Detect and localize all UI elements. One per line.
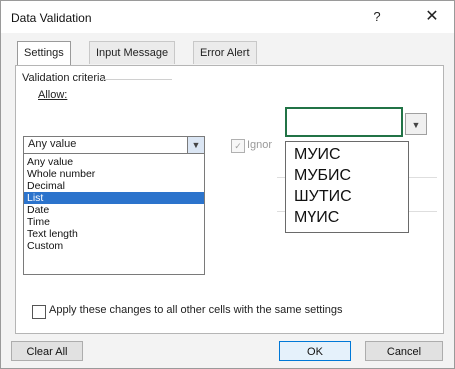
allow-listbox[interactable]: Any value Whole number Decimal List Date… <box>23 153 205 275</box>
list-option-text-length[interactable]: Text length <box>24 228 204 240</box>
ignore-blank-checkbox[interactable]: ✓ <box>231 139 245 153</box>
title-bar: Data Validation ? ✕ <box>1 1 454 33</box>
cancel-button[interactable]: Cancel <box>365 341 443 361</box>
list-option-time[interactable]: Time <box>24 216 204 228</box>
clear-all-button[interactable]: Clear All <box>11 341 83 361</box>
dropdown-item[interactable]: МҮИС <box>294 209 339 227</box>
tab-settings[interactable]: Settings <box>17 41 71 66</box>
data-validation-dialog: Data Validation ? ✕ Settings Input Messa… <box>0 0 455 369</box>
apply-changes-checkbox[interactable] <box>32 305 46 319</box>
dropdown-item[interactable]: ШУТИС <box>294 188 352 206</box>
tab-input-message[interactable]: Input Message <box>89 41 176 64</box>
list-option-any-value[interactable]: Any value <box>24 156 204 168</box>
group-divider <box>102 79 172 80</box>
tab-error-alert[interactable]: Error Alert <box>193 41 257 64</box>
list-option-decimal[interactable]: Decimal <box>24 180 204 192</box>
ok-button[interactable]: OK <box>279 341 351 361</box>
cell-dropdown-button[interactable]: ▼ <box>405 113 427 135</box>
list-option-whole-number[interactable]: Whole number <box>24 168 204 180</box>
close-button[interactable]: ✕ <box>421 7 443 27</box>
allow-combobox[interactable]: Any value ▼ <box>23 136 205 154</box>
validation-criteria-label: Validation criteria <box>22 72 110 84</box>
ignore-blank-label: Ignor <box>247 139 273 151</box>
cell-dropdown-list: МУИС МУБИС ШУТИС МҮИС <box>285 141 409 233</box>
dropdown-item[interactable]: МУБИС <box>294 167 351 185</box>
active-cell[interactable] <box>285 107 403 137</box>
list-option-list[interactable]: List <box>24 192 204 204</box>
help-button[interactable]: ? <box>367 7 387 27</box>
list-option-custom[interactable]: Custom <box>24 240 204 252</box>
dialog-title: Data Validation <box>11 11 92 25</box>
allow-value: Any value <box>28 138 77 150</box>
list-option-date[interactable]: Date <box>24 204 204 216</box>
chevron-down-icon[interactable]: ▼ <box>187 137 204 153</box>
allow-label: Allow: <box>38 89 68 101</box>
apply-changes-label: Apply these changes to all other cells w… <box>49 304 343 316</box>
dropdown-item[interactable]: МУИС <box>294 146 341 164</box>
